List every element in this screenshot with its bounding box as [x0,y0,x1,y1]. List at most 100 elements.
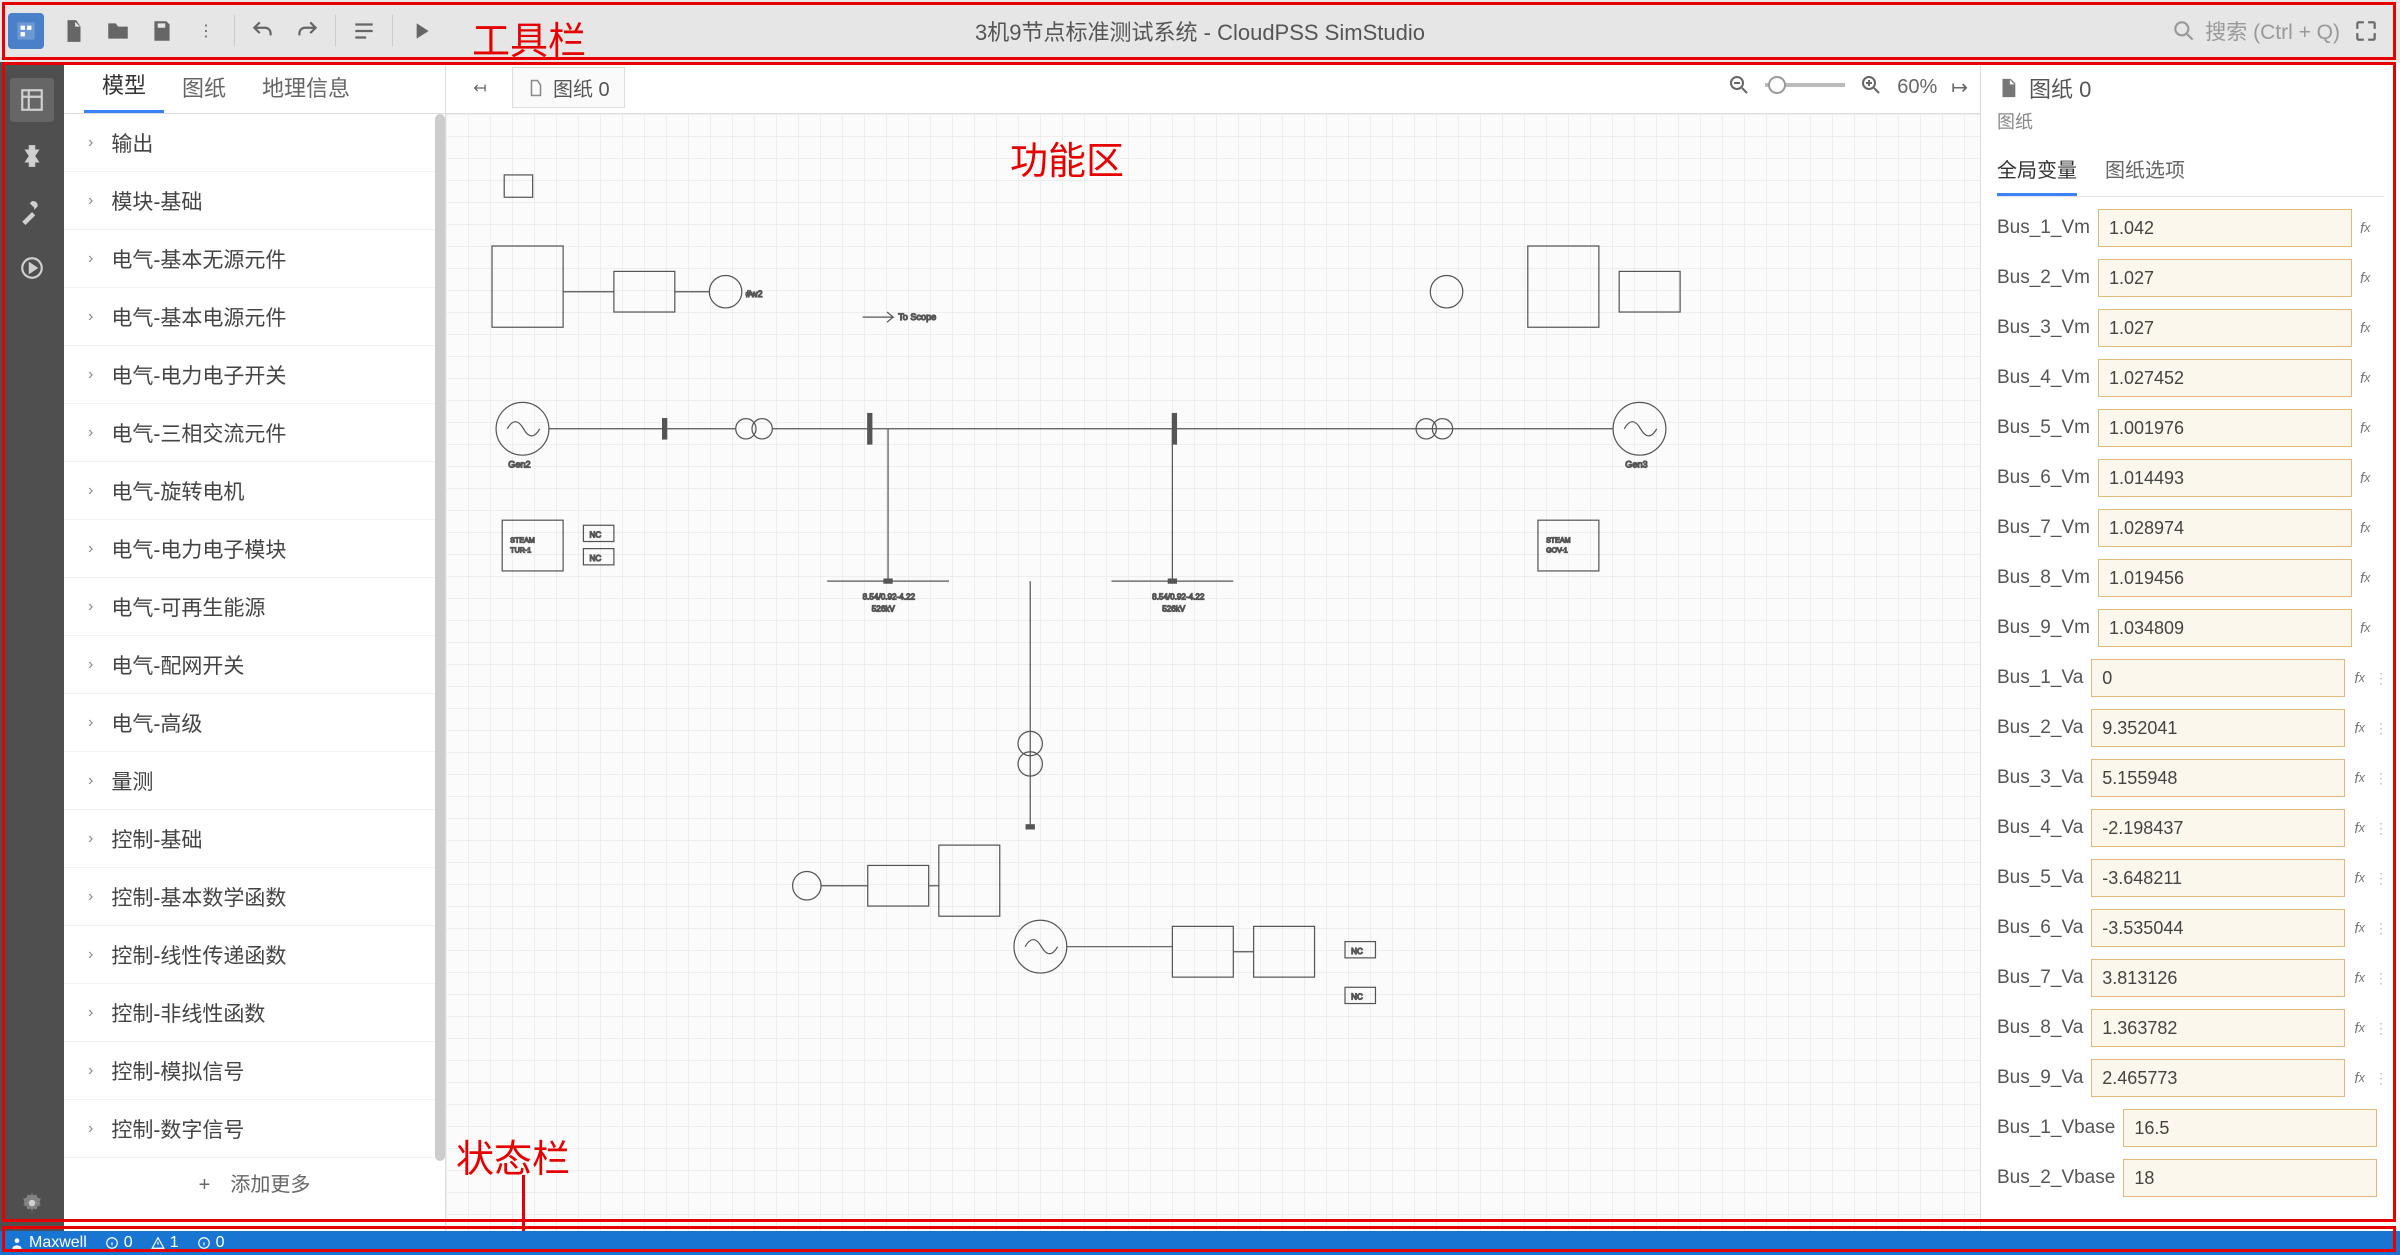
drag-handle-icon[interactable]: ⋮⋮ [2378,570,2384,587]
drag-handle-icon[interactable]: ⋮⋮ [2378,620,2384,637]
variable-input[interactable] [2098,609,2352,647]
fit-icon[interactable]: ↦ [1951,75,1968,100]
tree-item[interactable]: ›电气-配网开关 [64,636,445,694]
variable-input[interactable] [2123,1159,2377,1197]
fullscreen-button[interactable] [2344,9,2388,53]
add-more-button[interactable]: + 添加更多 [64,1158,445,1206]
drag-handle-icon[interactable]: ⋮⋮ [2378,470,2384,487]
tree-item[interactable]: ›电气-电力电子开关 [64,346,445,404]
zoom-in-icon[interactable] [1859,73,1883,103]
variable-input[interactable] [2091,1009,2345,1047]
tree-item[interactable]: ›输出 [64,114,445,172]
open-file-button[interactable] [96,9,140,53]
new-file-button[interactable] [52,9,96,53]
more-vert-icon[interactable]: ⋮ [184,9,228,53]
fx-button[interactable]: fx [2353,663,2366,693]
fx-button[interactable]: fx [2353,813,2366,843]
variable-input[interactable] [2091,909,2345,947]
tab-global-vars[interactable]: 全局变量 [1997,144,2077,196]
variable-input[interactable] [2098,559,2352,597]
tree-item[interactable]: ›电气-电力电子模块 [64,520,445,578]
drag-handle-icon[interactable]: ⋮⋮ [2378,220,2384,237]
variable-input[interactable] [2091,1059,2345,1097]
fx-button[interactable]: fx [2353,963,2366,993]
status-err[interactable]: 0 [197,1234,225,1252]
fx-button[interactable]: fx [2360,263,2370,293]
fx-button[interactable]: fx [2360,463,2370,493]
tree-item[interactable]: ›电气-基本无源元件 [64,230,445,288]
variable-input[interactable] [2123,1109,2377,1147]
tree-item[interactable]: ›量测 [64,752,445,810]
fx-button[interactable]: fx [2353,1063,2366,1093]
tree-item[interactable]: ›电气-旋转电机 [64,462,445,520]
variable-input[interactable] [2091,659,2345,697]
drag-handle-icon[interactable]: ⋮⋮ [2378,320,2384,337]
rail-run[interactable] [10,246,54,290]
drag-handle-icon[interactable]: ⋮⋮ [2378,520,2384,537]
tab-sheet[interactable]: 图纸 [164,61,244,113]
variable-input[interactable] [2098,409,2352,447]
drag-handle-icon[interactable]: ⋮⋮ [2374,1020,2384,1037]
drag-handle-icon[interactable]: ⋮⋮ [2374,1070,2384,1087]
rail-plugin[interactable] [10,134,54,178]
status-info[interactable]: 0 [105,1234,133,1252]
variable-input[interactable] [2091,709,2345,747]
tree-item[interactable]: ›控制-基础 [64,810,445,868]
zoom-slider[interactable] [1765,75,1845,101]
tree-item[interactable]: ›控制-线性传递函数 [64,926,445,984]
tab-model[interactable]: 模型 [84,58,164,113]
run-button[interactable] [399,9,443,53]
nav-back-icon[interactable]: ↤ [458,66,502,110]
component-tree[interactable]: ›输出›模块-基础›电气-基本无源元件›电气-基本电源元件›电气-电力电子开关›… [64,114,445,1231]
undo-button[interactable] [241,9,285,53]
drag-handle-icon[interactable]: ⋮⋮ [2374,820,2384,837]
fx-button[interactable]: fx [2360,513,2370,543]
fx-button[interactable]: fx [2353,913,2366,943]
tree-item[interactable]: ›电气-高级 [64,694,445,752]
rail-tools[interactable] [10,190,54,234]
variable-input[interactable] [2098,309,2352,347]
tab-sheet-opts[interactable]: 图纸选项 [2105,144,2185,196]
variable-input[interactable] [2091,759,2345,797]
zoom-out-icon[interactable] [1727,73,1751,103]
variable-input[interactable] [2098,509,2352,547]
tree-item[interactable]: ›控制-模拟信号 [64,1042,445,1100]
variable-input[interactable] [2098,359,2352,397]
variable-input[interactable] [2091,959,2345,997]
drag-handle-icon[interactable]: ⋮⋮ [2374,920,2384,937]
fx-button[interactable]: fx [2360,363,2370,393]
tree-item[interactable]: ›电气-基本电源元件 [64,288,445,346]
rail-model[interactable] [10,78,54,122]
fx-button[interactable]: fx [2353,763,2366,793]
variable-input[interactable] [2091,859,2345,897]
sheet-tab[interactable]: 图纸 0 [512,67,625,108]
fx-button[interactable]: fx [2353,713,2366,743]
tree-item[interactable]: ›电气-三相交流元件 [64,404,445,462]
variable-input[interactable] [2098,209,2352,247]
variable-input[interactable] [2098,259,2352,297]
fx-button[interactable]: fx [2353,1013,2366,1043]
list-button[interactable] [342,9,386,53]
tree-scrollbar[interactable] [435,114,445,1161]
tree-item[interactable]: ›模块-基础 [64,172,445,230]
drag-handle-icon[interactable]: ⋮⋮ [2374,970,2384,987]
drag-handle-icon[interactable]: ⋮⋮ [2378,370,2384,387]
drag-handle-icon[interactable]: ⋮⋮ [2378,420,2384,437]
redo-button[interactable] [285,9,329,53]
app-logo[interactable] [8,13,44,49]
variable-input[interactable] [2091,809,2345,847]
drag-handle-icon[interactable]: ⋮⋮ [2374,870,2384,887]
tree-item[interactable]: ›控制-数字信号 [64,1100,445,1158]
rail-settings[interactable] [10,1181,54,1225]
fx-button[interactable]: fx [2360,213,2370,243]
tree-item[interactable]: ›控制-非线性函数 [64,984,445,1042]
drag-handle-icon[interactable]: ⋮⋮ [2374,720,2384,737]
status-warn[interactable]: 1 [151,1234,179,1252]
variable-list[interactable]: Bus_1_Vmfx⋮⋮Bus_2_Vmfx⋮⋮Bus_3_Vmfx⋮⋮Bus_… [1997,209,2384,1231]
fx-button[interactable]: fx [2360,413,2370,443]
drag-handle-icon[interactable]: ⋮⋮ [2374,770,2384,787]
drag-handle-icon[interactable]: ⋮⋮ [2378,270,2384,287]
tab-geo[interactable]: 地理信息 [244,61,368,113]
tree-item[interactable]: ›电气-可再生能源 [64,578,445,636]
fx-button[interactable]: fx [2353,863,2366,893]
